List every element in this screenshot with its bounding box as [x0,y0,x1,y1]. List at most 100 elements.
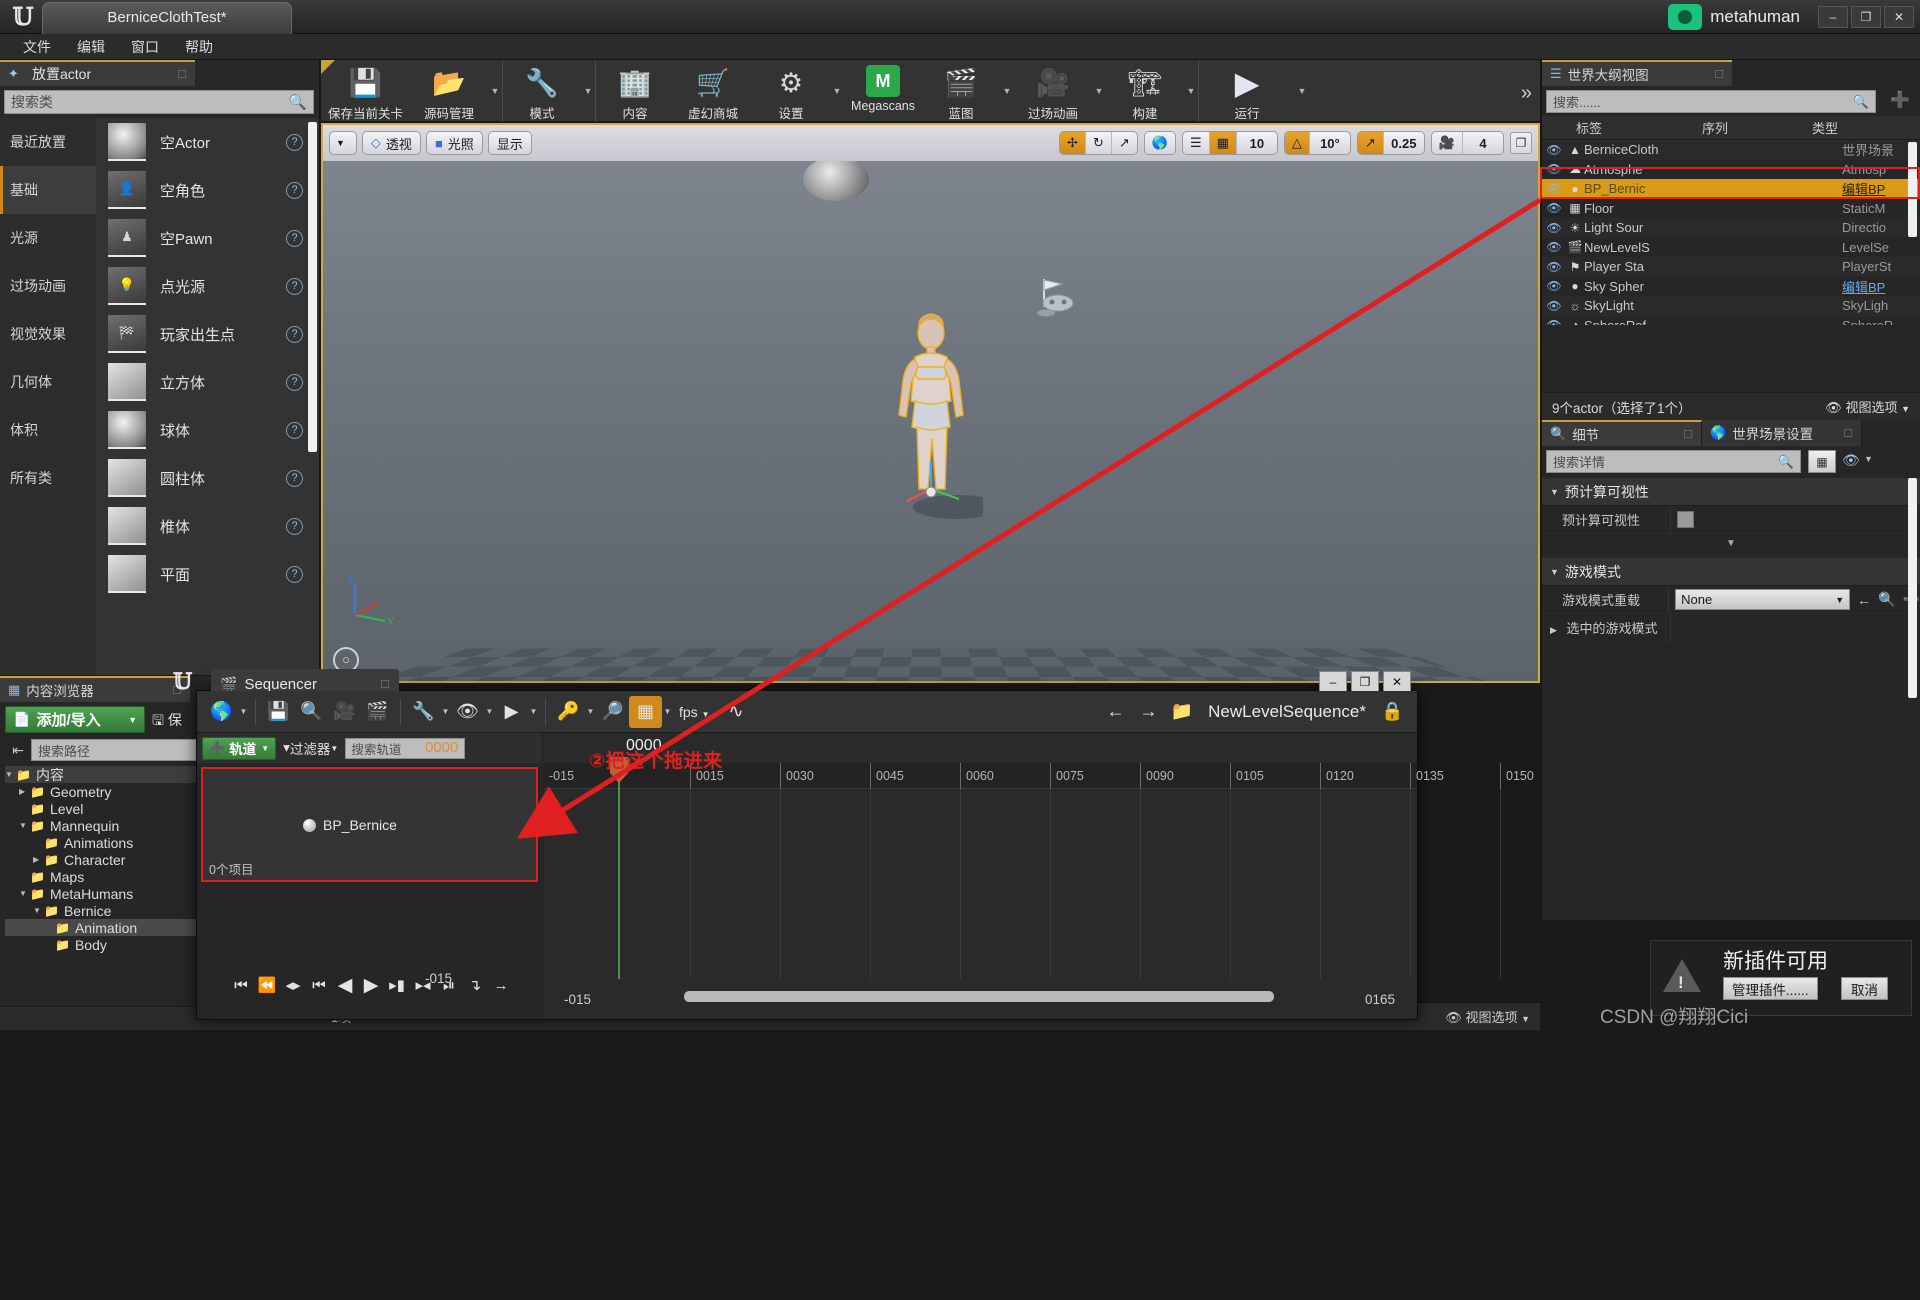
chevron-down-icon[interactable]: ▼ [662,696,673,728]
content-button[interactable]: 🏢 内容 [596,60,674,122]
eye-icon[interactable]: 👁 [451,696,484,728]
help-icon[interactable]: ? [286,181,303,199]
globe-icon[interactable]: 🌎 [1145,132,1175,154]
content-view-options-button[interactable]: 👁 视图选项 ▼ [1445,1007,1530,1026]
skip-start-icon[interactable]: ⏮ [228,970,254,1000]
sequencer-timeline[interactable]: 0000 -015 0015 0030 0045 0060 0075 0090 … [544,733,1534,1019]
add-actor-icon[interactable]: ➕ [1888,90,1912,113]
prev-key-icon[interactable]: ◂▸ [280,970,306,1000]
table-row[interactable]: 👁 ☼ SkyLight SkyLigh [1542,296,1920,316]
content-browser-tab[interactable]: ▦ 内容浏览器 ☐ [0,676,190,702]
visibility-icon[interactable]: 👁 [1542,260,1566,274]
play-back-icon[interactable]: ◀ [332,970,358,1000]
expander-icon[interactable]: ▼ [19,889,30,898]
scale-snap-icon[interactable]: ↗ [1357,132,1384,154]
expander-icon[interactable]: ▶ [19,787,30,796]
modes-button[interactable]: 🔧 模式 [503,60,581,122]
save-all-button[interactable]: 🖫 保 [152,710,182,734]
settings-button[interactable]: ⚙ 设置 [752,60,830,122]
close-icon[interactable]: ☐ [1714,68,1724,81]
list-item[interactable]: 👤 空角色 ? [96,166,319,214]
menu-help[interactable]: 帮助 [172,35,226,59]
list-item[interactable]: 椎体 ? [96,502,319,550]
player-start-actor[interactable] [1028,273,1090,321]
help-icon[interactable]: ? [286,373,303,391]
view-options-button[interactable]: 👁 视图选项 ▼ [1825,397,1910,416]
close-icon[interactable]: ☐ [177,68,187,81]
place-actors-tab[interactable]: ✦ 放置actor ☐ [0,60,195,86]
grid-snap-icon[interactable]: ▦ [1209,132,1237,154]
help-icon[interactable]: ? [286,469,303,487]
column-type[interactable]: 类型 [1812,118,1920,137]
details-search-input[interactable]: 搜索详情 🔍 [1546,450,1801,473]
chevron-down-icon[interactable]: ▼ [1184,60,1198,122]
keyframe-tool-icon[interactable]: 🔎 [596,696,629,728]
toolbar-overflow-icon[interactable]: » [1521,82,1532,105]
cinematics-button[interactable]: 🎥 过场动画 [1014,60,1092,122]
prev-frame-icon[interactable]: ⏮ [306,970,332,1000]
expander-icon[interactable]: ▼ [33,906,44,915]
row-type[interactable]: 编辑BP [1842,277,1920,296]
world-icon[interactable]: 🌎 [205,696,238,728]
manage-plugins-button[interactable]: 管理插件...... [1723,977,1818,1000]
outliner-search-input[interactable]: 搜索...... 🔍 [1546,90,1876,113]
list-item[interactable]: 圆柱体 ? [96,454,319,502]
list-item[interactable]: 立方体 ? [96,358,319,406]
bernice-character-actor[interactable] [879,311,983,531]
chevron-down-icon[interactable]: ▼ [830,60,844,122]
minimize-button[interactable]: – [1818,6,1848,28]
fps-selector[interactable]: fps ▼ [679,704,710,720]
visibility-icon[interactable]: 👁 [1542,221,1566,235]
collapse-tree-icon[interactable]: ⇤ [5,742,31,759]
sequencer-track-list[interactable]: BP_Bernice 0个项目 [201,767,538,882]
category-visual-effects[interactable]: 视觉效果 [0,310,96,358]
help-icon[interactable]: ? [286,277,303,295]
range-start-label-2[interactable]: -015 [425,971,452,986]
play-fwd-icon[interactable]: ▸▮ [384,970,410,1000]
chevron-down-icon[interactable]: ▼ [585,696,596,728]
chevron-down-icon[interactable]: ▼ [528,696,539,728]
maximize-viewport-icon[interactable]: ❐ [1510,132,1532,154]
chevron-down-icon[interactable]: ▼ [488,60,502,122]
angle-icon[interactable]: △ [1284,132,1310,154]
add-import-button[interactable]: 📄 添加/导入 ▼ [5,706,145,733]
camera-icon[interactable]: 🎥 [1432,132,1463,154]
category-lights[interactable]: 光源 [0,214,96,262]
table-row[interactable]: 👁 🎬 NewLevelS LevelSe [1542,238,1920,258]
camera-speed-value[interactable]: 4 [1463,132,1503,154]
view-type-button[interactable]: ◇ 透视 [361,131,421,155]
rotation-snap-value[interactable]: 10° [1310,132,1350,154]
help-icon[interactable]: ? [286,565,303,583]
view-mode-button[interactable]: ■ 光照 [425,131,483,155]
help-icon[interactable]: ? [286,229,303,247]
details-scrollbar[interactable] [1908,478,1917,698]
play-options-icon[interactable]: ▶ [495,696,528,728]
sequence-name[interactable]: NewLevelSequence* [1208,702,1366,722]
visibility-icon[interactable]: 👁 [1542,299,1566,313]
chevron-down-icon[interactable]: ▼ [484,696,495,728]
close-button[interactable]: ✕ [1884,6,1914,28]
chevron-down-icon[interactable]: ▼ [1092,60,1106,122]
property-row[interactable]: ▶ 选中的游戏模式 [1542,613,1920,642]
save-sequence-icon[interactable]: 💾 [262,696,295,728]
close-icon[interactable]: ☐ [380,678,390,691]
eye-icon[interactable]: 👁 [1842,452,1860,469]
sequencer-minimize-button[interactable]: – [1319,671,1347,693]
expander-icon[interactable]: ▼ [19,821,30,830]
list-item[interactable]: 🏁 玩家出生点 ? [96,310,319,358]
table-row[interactable]: 👁 ☀ Light Sour Directio [1542,218,1920,238]
move-icon[interactable]: ✢ [1060,132,1086,154]
table-row[interactable]: 👁 ▦ Floor StaticM [1542,199,1920,219]
browse-icon[interactable]: 🔍 [1878,591,1895,608]
key-icon[interactable]: 🔑 [552,696,585,728]
help-icon[interactable]: ? [286,133,303,151]
account-name[interactable]: metahuman [1710,7,1800,27]
set-range-icon[interactable]: ↴ [462,970,488,1000]
visibility-icon[interactable]: 👁 [1542,201,1566,215]
tab-world-settings[interactable]: 🌎 世界场景设置 ☐ [1702,420,1862,446]
game-mode-override-select[interactable]: None ▼ [1675,589,1851,610]
table-row[interactable]: 👁 ◑ SphereRef SphereR [1542,316,1920,325]
curve-icon[interactable]: ∿ [720,696,753,728]
maximize-button[interactable]: ❐ [1851,6,1881,28]
expander-icon[interactable]: ▶ [1550,625,1557,635]
